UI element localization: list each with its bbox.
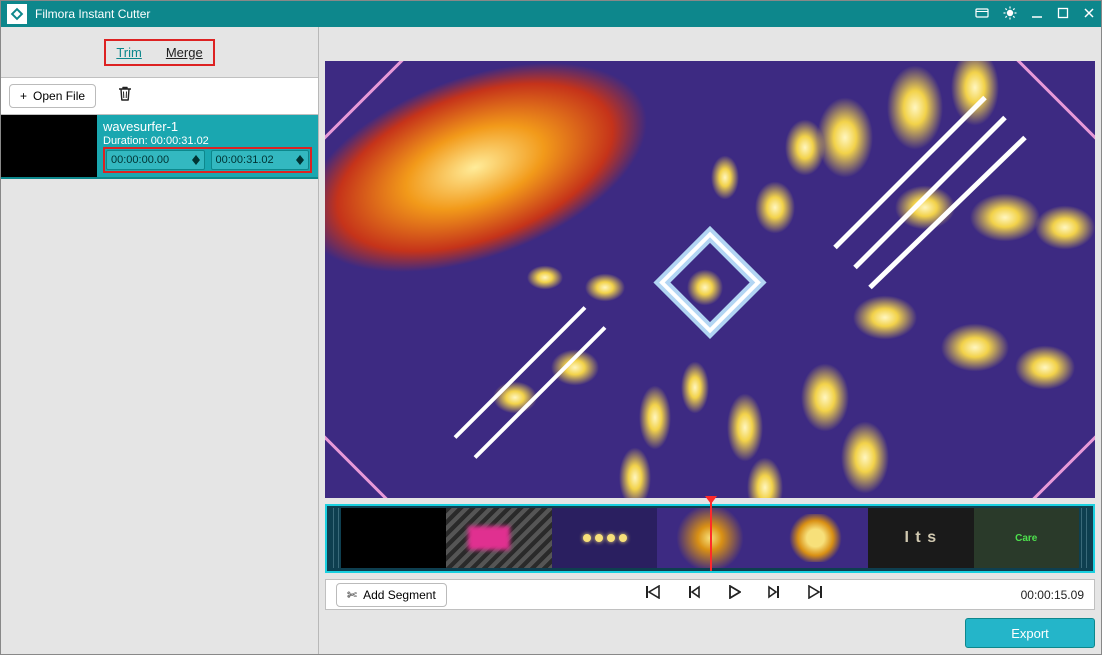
timeline-frame bbox=[552, 508, 657, 568]
add-segment-label: Add Segment bbox=[363, 588, 436, 602]
video-preview[interactable] bbox=[325, 61, 1095, 498]
timeline-frame bbox=[341, 508, 446, 568]
clip-name: wavesurfer-1 bbox=[103, 119, 312, 134]
theme-icon[interactable] bbox=[1003, 6, 1017, 23]
timeline-strip[interactable]: I t s Care bbox=[325, 504, 1095, 573]
clip-duration: Duration: 00:00:31.02 bbox=[103, 135, 312, 147]
time-stepper-icon[interactable] bbox=[190, 153, 202, 167]
plus-icon: + bbox=[20, 89, 27, 103]
open-file-button[interactable]: + Open File bbox=[9, 84, 96, 108]
window-title: Filmora Instant Cutter bbox=[35, 7, 975, 21]
end-time-value: 00:00:31.02 bbox=[216, 154, 274, 166]
add-segment-button[interactable]: ✄ Add Segment bbox=[336, 583, 447, 607]
tab-trim[interactable]: Trim bbox=[116, 45, 142, 60]
right-panel: I t s Care ✄ Add Segment bbox=[319, 27, 1101, 654]
minimize-icon[interactable] bbox=[1031, 7, 1043, 22]
go-end-icon[interactable] bbox=[807, 585, 823, 604]
clip-item[interactable]: wavesurfer-1 Duration: 00:00:31.02 00:00… bbox=[1, 115, 318, 179]
tabs-highlight-box: Trim Merge bbox=[104, 39, 214, 66]
left-panel: Trim Merge + Open File wavesurfer-1 Dura… bbox=[1, 27, 319, 654]
play-icon[interactable] bbox=[727, 585, 741, 604]
trash-icon[interactable] bbox=[116, 85, 134, 108]
timeline-handle-left[interactable] bbox=[333, 508, 339, 568]
timeline-frame bbox=[446, 508, 551, 568]
prev-frame-icon[interactable] bbox=[687, 585, 701, 604]
start-time-input[interactable]: 00:00:00.00 bbox=[106, 150, 205, 170]
timeline-frame: I t s bbox=[868, 508, 973, 568]
end-time-input[interactable]: 00:00:31.02 bbox=[211, 150, 310, 170]
help-icon[interactable] bbox=[975, 6, 989, 23]
timeline-frame: Care bbox=[974, 508, 1079, 568]
current-time: 00:00:15.09 bbox=[1021, 588, 1084, 602]
close-icon[interactable] bbox=[1083, 7, 1095, 22]
export-button[interactable]: Export bbox=[965, 618, 1095, 648]
go-start-icon[interactable] bbox=[645, 585, 661, 604]
timeline-frame bbox=[763, 508, 868, 568]
tab-merge[interactable]: Merge bbox=[166, 45, 203, 60]
timeline-handle-right[interactable] bbox=[1081, 508, 1087, 568]
start-time-value: 00:00:00.00 bbox=[111, 154, 169, 166]
scissors-icon: ✄ bbox=[347, 588, 357, 602]
clip-thumbnail bbox=[1, 115, 97, 177]
playback-controls-row: ✄ Add Segment 00:00: bbox=[325, 579, 1095, 611]
maximize-icon[interactable] bbox=[1057, 7, 1069, 22]
next-frame-icon[interactable] bbox=[767, 585, 781, 604]
time-range-highlight-box: 00:00:00.00 00:00:31.02 bbox=[103, 147, 312, 173]
mode-tabs: Trim Merge bbox=[1, 27, 318, 77]
app-logo bbox=[7, 4, 27, 24]
time-stepper-icon[interactable] bbox=[294, 153, 306, 167]
titlebar: Filmora Instant Cutter bbox=[1, 1, 1101, 27]
timeline-playhead[interactable] bbox=[710, 502, 712, 571]
open-file-label: Open File bbox=[33, 89, 85, 103]
